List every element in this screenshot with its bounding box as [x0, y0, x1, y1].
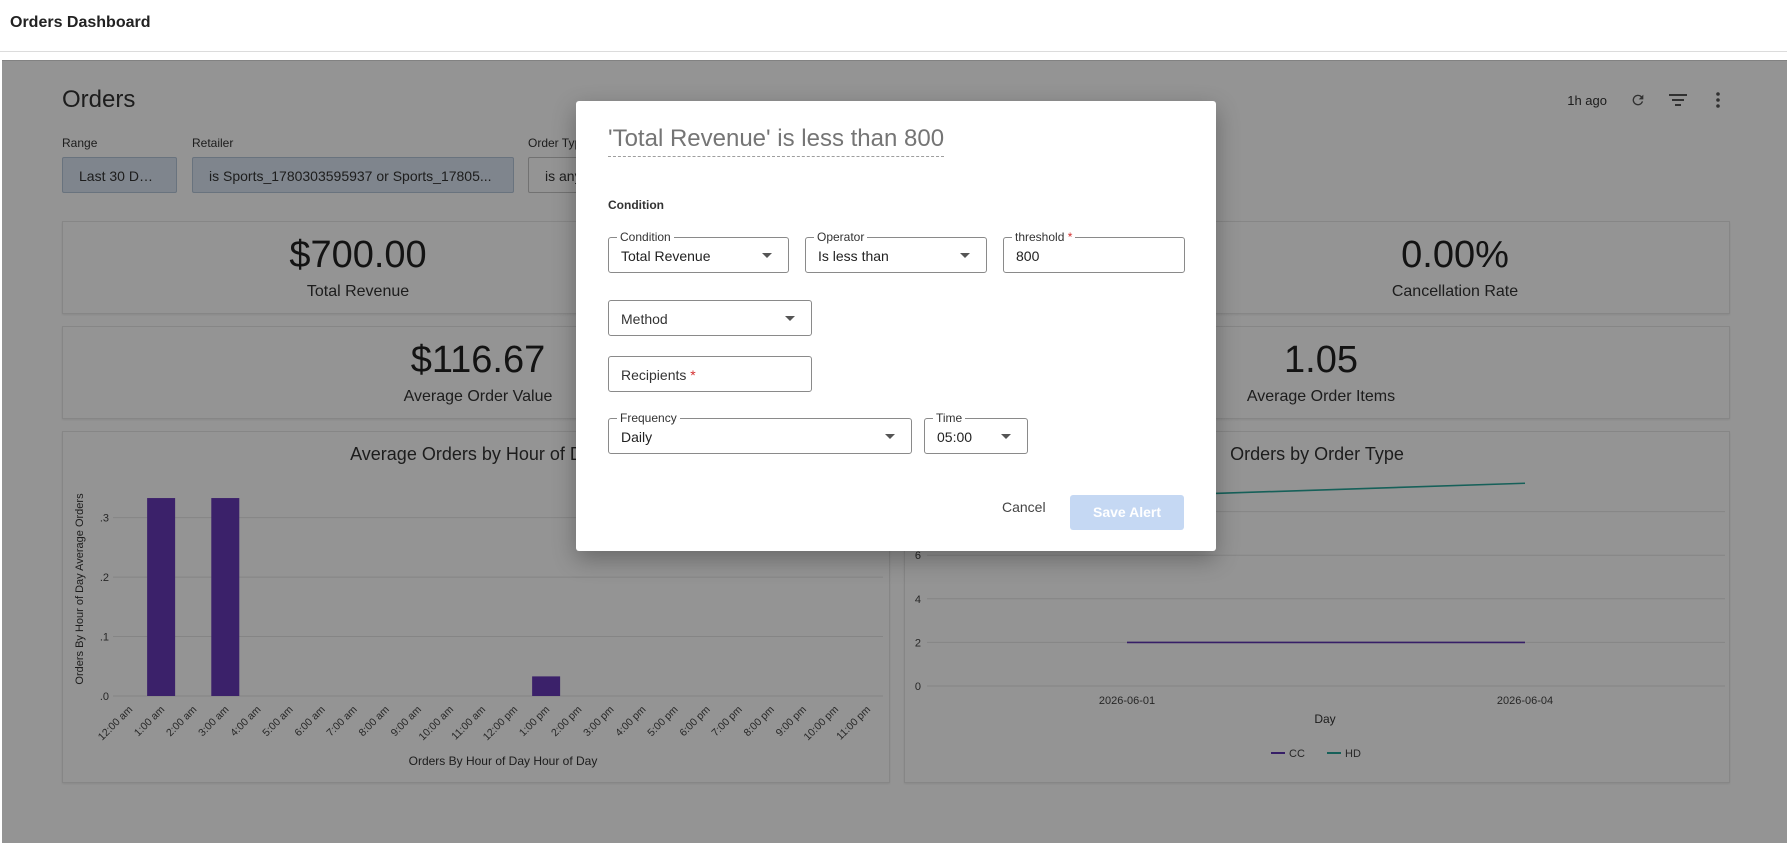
recipients-placeholder: Recipients *	[621, 367, 696, 383]
chevron-down-icon	[785, 316, 795, 321]
condition-select[interactable]: Condition Total Revenue	[608, 230, 789, 273]
chevron-down-icon	[1001, 434, 1011, 439]
threshold-label: threshold	[1015, 230, 1065, 244]
condition-legend: Condition	[617, 230, 674, 244]
time-select[interactable]: Time 05:00	[924, 411, 1028, 454]
dialog-title[interactable]: 'Total Revenue' is less than 800	[608, 125, 945, 157]
threshold-value: 800	[1016, 248, 1040, 264]
cancel-button[interactable]: Cancel	[994, 493, 1054, 521]
recipients-field[interactable]: Recipients *	[608, 356, 812, 392]
time-value: 05:00	[937, 429, 973, 445]
frequency-select[interactable]: Frequency Daily	[608, 411, 912, 454]
recipients-label: Recipients	[621, 367, 687, 383]
frequency-value: Daily	[621, 429, 653, 445]
chevron-down-icon	[885, 434, 895, 439]
threshold-legend: threshold *	[1012, 230, 1076, 244]
app-title: Orders Dashboard	[10, 14, 151, 31]
save-alert-button[interactable]: Save Alert	[1070, 495, 1184, 530]
condition-section-label: Condition	[608, 198, 664, 212]
chevron-down-icon	[960, 253, 970, 258]
method-select[interactable]: Method	[608, 300, 812, 336]
operator-select[interactable]: Operator Is less than	[805, 230, 987, 273]
threshold-field[interactable]: threshold * 800	[1003, 230, 1185, 273]
app-header: Orders Dashboard	[0, 0, 1787, 52]
operator-legend: Operator	[814, 230, 868, 244]
condition-value: Total Revenue	[621, 248, 711, 264]
method-placeholder: Method	[621, 311, 668, 327]
chevron-down-icon	[762, 253, 772, 258]
required-marker: *	[1067, 230, 1073, 244]
frequency-legend: Frequency	[617, 411, 680, 425]
operator-value: Is less than	[818, 248, 889, 264]
required-marker: *	[690, 367, 696, 383]
time-legend: Time	[933, 411, 966, 425]
alert-dialog: 'Total Revenue' is less than 800 Conditi…	[576, 101, 1216, 551]
